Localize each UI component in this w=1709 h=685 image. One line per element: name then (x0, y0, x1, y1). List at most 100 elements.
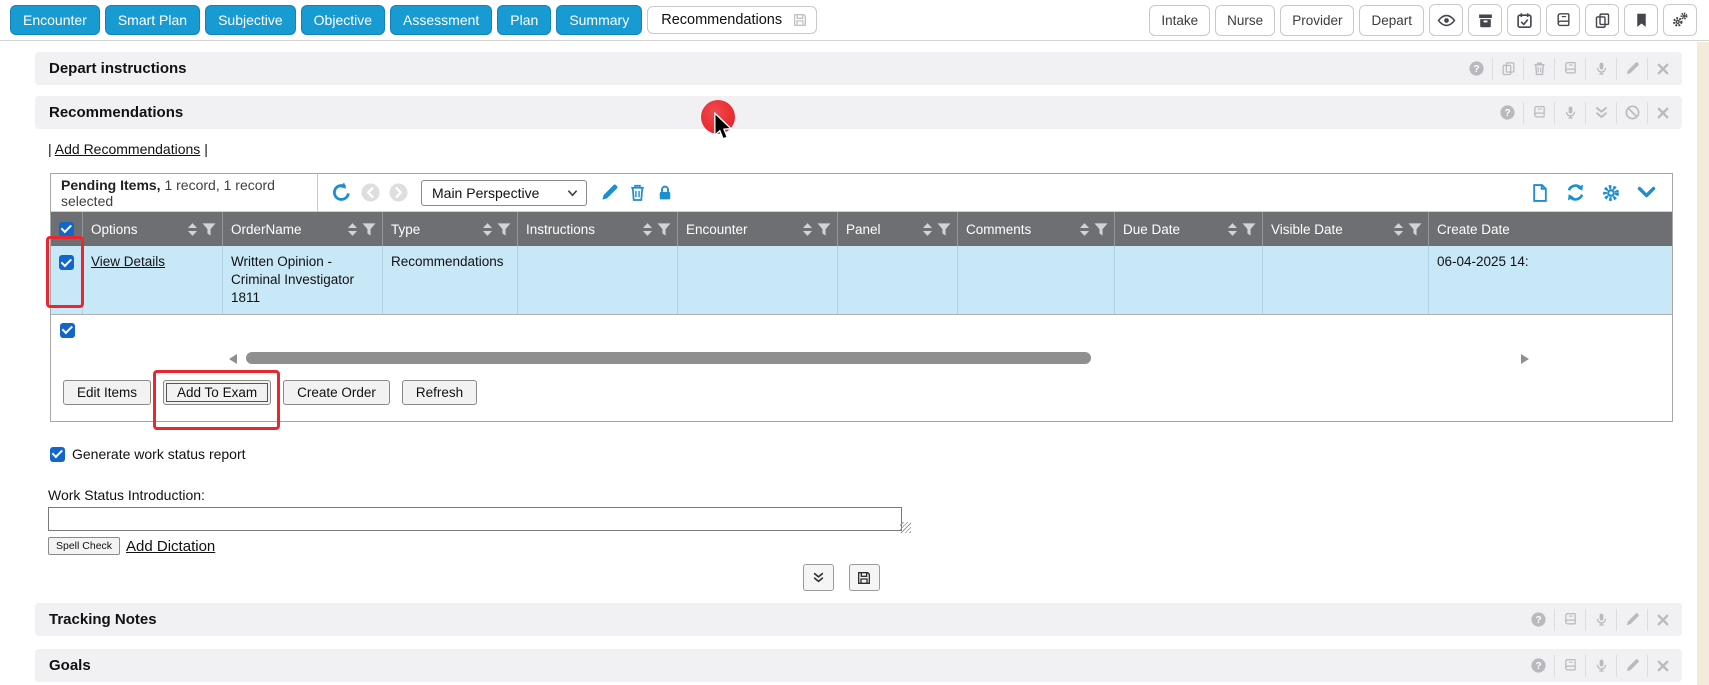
perspective-select[interactable]: Main Perspective (421, 180, 587, 206)
intake-button[interactable]: Intake (1149, 5, 1210, 36)
pencil-icon[interactable] (1616, 655, 1647, 677)
create-order-button[interactable]: Create Order (283, 380, 390, 405)
edit-perspective-pencil-icon[interactable] (600, 183, 619, 202)
scrollbar-thumb[interactable] (246, 352, 1091, 364)
filter-icon[interactable] (937, 223, 951, 236)
copy-button[interactable] (1585, 4, 1619, 36)
new-document-icon[interactable] (1530, 183, 1550, 203)
column-header-encounter[interactable]: Encounter (678, 212, 838, 246)
help-icon[interactable] (1492, 102, 1523, 124)
sort-icon[interactable] (1079, 223, 1090, 236)
copy-icon[interactable] (1492, 58, 1523, 80)
add-recommendations-link[interactable]: Add Recommendations (55, 141, 201, 157)
depart-button[interactable]: Depart (1359, 5, 1424, 36)
horizontal-scrollbar[interactable] (229, 352, 1529, 366)
sort-icon[interactable] (1393, 223, 1404, 236)
collapse-grid-chevron-icon[interactable] (1636, 182, 1657, 203)
nav-tab-encounter[interactable]: Encounter (10, 5, 100, 35)
disable-icon[interactable] (1616, 102, 1647, 124)
delete-perspective-trash-icon[interactable] (628, 183, 647, 202)
book-icon[interactable] (1554, 655, 1585, 677)
book-icon[interactable] (1554, 609, 1585, 631)
sort-icon[interactable] (347, 223, 358, 236)
undo-icon[interactable] (331, 182, 352, 203)
column-header-create-date[interactable]: Create Date (1429, 212, 1672, 246)
microphone-icon[interactable] (1554, 102, 1585, 124)
scroll-right-arrow-icon[interactable] (1521, 354, 1529, 364)
add-dictation-link[interactable]: Add Dictation (126, 538, 215, 555)
gear-icon[interactable] (1601, 183, 1621, 203)
collapse-icon[interactable] (1585, 102, 1616, 124)
edit-items-button[interactable]: Edit Items (63, 380, 151, 405)
column-header-options[interactable]: Options (83, 212, 223, 246)
filter-icon[interactable] (1094, 223, 1108, 236)
header-checkbox[interactable] (59, 222, 74, 237)
sort-icon[interactable] (642, 223, 653, 236)
refresh-button[interactable]: Refresh (402, 380, 477, 405)
pencil-icon[interactable] (1616, 58, 1647, 80)
column-header-comments[interactable]: Comments (958, 212, 1115, 246)
sort-icon[interactable] (482, 223, 493, 236)
bookmark-button[interactable] (1624, 4, 1658, 36)
filter-icon[interactable] (202, 223, 216, 236)
microphone-icon[interactable] (1585, 609, 1616, 631)
book-icon[interactable] (1554, 58, 1585, 80)
column-header-due-date[interactable]: Due Date (1115, 212, 1263, 246)
settings-button[interactable] (1663, 4, 1697, 36)
provider-button[interactable]: Provider (1280, 5, 1354, 36)
sort-icon[interactable] (187, 223, 198, 236)
previous-perspective-icon[interactable] (361, 183, 380, 202)
collapse-panel-button[interactable] (803, 564, 834, 591)
sort-icon[interactable] (802, 223, 813, 236)
spell-check-button[interactable]: Spell Check (48, 537, 120, 555)
column-header-panel[interactable]: Panel (838, 212, 958, 246)
lock-icon[interactable] (656, 184, 674, 202)
eye-button[interactable] (1429, 4, 1463, 36)
nav-tab-assessment[interactable]: Assessment (390, 5, 492, 35)
nav-tab-subjective[interactable]: Subjective (205, 5, 296, 35)
pencil-icon[interactable] (1616, 609, 1647, 631)
microphone-icon[interactable] (1585, 655, 1616, 677)
work-status-textarea[interactable] (48, 507, 902, 531)
close-icon[interactable] (1647, 102, 1678, 124)
close-icon[interactable] (1647, 655, 1678, 677)
save-panel-button[interactable] (849, 564, 880, 591)
nav-tab-objective[interactable]: Objective (301, 5, 385, 35)
close-icon[interactable] (1647, 609, 1678, 631)
column-header-ordername[interactable]: OrderName (223, 212, 383, 246)
filter-icon[interactable] (657, 223, 671, 236)
nav-tab-summary[interactable]: Summary (556, 5, 642, 35)
add-to-exam-button[interactable]: Add To Exam (163, 380, 271, 405)
nav-tab-smart-plan[interactable]: Smart Plan (105, 5, 200, 35)
filter-icon[interactable] (1242, 223, 1256, 236)
sort-icon[interactable] (1227, 223, 1238, 236)
help-icon[interactable] (1523, 609, 1554, 631)
book-icon[interactable] (1523, 102, 1554, 124)
help-icon[interactable] (1461, 58, 1492, 80)
book-button[interactable] (1546, 4, 1580, 36)
calendar-button[interactable] (1507, 4, 1541, 36)
filter-icon[interactable] (362, 223, 376, 236)
table-row[interactable]: View Details Written Opinion - Criminal … (51, 246, 1672, 315)
nav-tab-recommendations-active[interactable]: Recommendations (647, 6, 817, 34)
scroll-left-arrow-icon[interactable] (229, 354, 237, 364)
microphone-icon[interactable] (1585, 58, 1616, 80)
resize-grip-icon[interactable] (900, 522, 911, 533)
view-details-link[interactable]: View Details (91, 254, 165, 269)
nav-tab-plan[interactable]: Plan (497, 5, 551, 35)
filter-icon[interactable] (497, 223, 511, 236)
filter-icon[interactable] (1408, 223, 1422, 236)
refresh-icon[interactable] (1565, 182, 1586, 203)
column-header-instructions[interactable]: Instructions (518, 212, 678, 246)
sort-icon[interactable] (922, 223, 933, 236)
row-checkbox[interactable] (59, 255, 74, 270)
nurse-button[interactable]: Nurse (1215, 5, 1275, 36)
close-icon[interactable] (1647, 58, 1678, 80)
trash-icon[interactable] (1523, 58, 1554, 80)
column-header-visible-date[interactable]: Visible Date (1263, 212, 1429, 246)
archive-button[interactable] (1468, 4, 1502, 36)
column-header-type[interactable]: Type (383, 212, 518, 246)
filter-icon[interactable] (817, 223, 831, 236)
select-all-checkbox[interactable] (60, 323, 75, 338)
generate-report-checkbox[interactable] (50, 447, 65, 462)
